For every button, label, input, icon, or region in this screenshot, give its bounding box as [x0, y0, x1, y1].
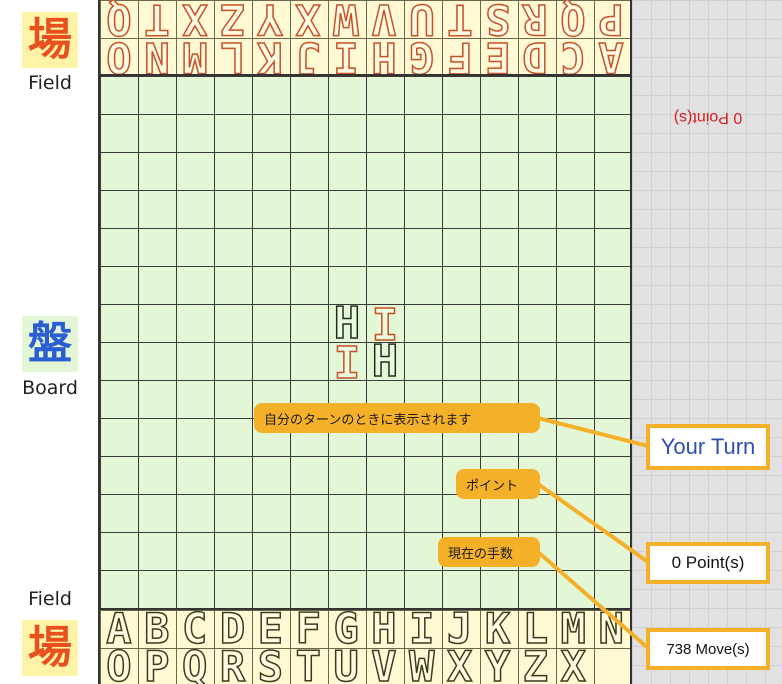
- player-tile[interactable]: Q: [176, 648, 214, 684]
- callout-turn: 自分のターンのときに表示されます: [254, 403, 540, 433]
- player-tile[interactable]: E: [251, 610, 289, 648]
- opponent-field: Q T X Z Y X W V U T S R Q P O N M L K J …: [100, 0, 630, 76]
- opponent-tile[interactable]: A: [592, 38, 630, 74]
- opponent-tile[interactable]: J: [289, 38, 327, 74]
- player-tile[interactable]: S: [251, 648, 289, 684]
- player-tile[interactable]: L: [516, 610, 554, 648]
- field-caption-bottom: Field: [28, 588, 72, 610]
- opponent-tile[interactable]: T: [138, 0, 176, 38]
- game-board-area: Q T X Z Y X W V U T S R Q P O N M L K J …: [98, 0, 632, 684]
- player-tile[interactable]: G: [327, 610, 365, 648]
- player-tile[interactable]: P: [138, 648, 176, 684]
- player-tile[interactable]: F: [289, 610, 327, 648]
- opponent-tile[interactable]: X: [289, 0, 327, 38]
- player-tile[interactable]: D: [214, 610, 252, 648]
- player-tile[interactable]: J: [441, 610, 479, 648]
- player-tile[interactable]: B: [138, 610, 176, 648]
- callout-moves: 現在の手数: [438, 537, 540, 567]
- player-field-row-2: O P Q R S T U V W X Y Z X: [100, 648, 630, 684]
- opponent-points: 0 Point(s): [673, 109, 743, 126]
- player-tile[interactable]: Z: [516, 648, 554, 684]
- opponent-tile[interactable]: R: [516, 0, 554, 38]
- opponent-tile[interactable]: X: [176, 0, 214, 38]
- field-caption-top: Field: [28, 72, 72, 94]
- opponent-tile[interactable]: C: [554, 38, 592, 74]
- callout-points: ポイント: [456, 469, 540, 499]
- opponent-tile[interactable]: S: [479, 0, 517, 38]
- player-tile[interactable]: R: [214, 648, 252, 684]
- player-tile[interactable]: X: [441, 648, 479, 684]
- opponent-tile[interactable]: H: [365, 38, 403, 74]
- board-piece-mine[interactable]: H: [328, 304, 366, 342]
- opponent-tile[interactable]: L: [214, 38, 252, 74]
- opponent-tile[interactable]: D: [516, 38, 554, 74]
- field-kanji-top: 場: [22, 12, 78, 68]
- opponent-tile[interactable]: V: [365, 0, 403, 38]
- opponent-tile[interactable]: E: [479, 38, 517, 74]
- board-piece-opponent[interactable]: I: [366, 304, 404, 342]
- opponent-tile[interactable]: Q: [100, 0, 138, 38]
- player-field: A B C D E F G H I J K L M N O P Q R S T …: [100, 608, 630, 684]
- opponent-tile[interactable]: Z: [214, 0, 252, 38]
- points-display: 0 Point(s): [646, 542, 770, 584]
- opponent-field-row-2: Q T X Z Y X W V U T S R Q P: [100, 0, 630, 38]
- opponent-tile[interactable]: W: [327, 0, 365, 38]
- opponent-tile[interactable]: Y: [251, 0, 289, 38]
- opponent-tile[interactable]: K: [251, 38, 289, 74]
- turn-indicator: Your Turn: [646, 424, 770, 470]
- board-kanji: 盤: [22, 316, 78, 372]
- player-field-row-1: A B C D E F G H I J K L M N: [100, 610, 630, 648]
- board-piece-opponent[interactable]: I: [328, 342, 366, 380]
- player-tile[interactable]: C: [176, 610, 214, 648]
- opponent-tile[interactable]: G: [403, 38, 441, 74]
- opponent-tile[interactable]: P: [592, 0, 630, 38]
- opponent-tile[interactable]: U: [403, 0, 441, 38]
- player-tile[interactable]: T: [289, 648, 327, 684]
- field-kanji-bottom: 場: [22, 620, 78, 676]
- player-tile[interactable]: V: [365, 648, 403, 684]
- player-tile[interactable]: N: [592, 610, 630, 648]
- opponent-tile[interactable]: N: [138, 38, 176, 74]
- board-piece-mine[interactable]: H: [366, 342, 404, 380]
- moves-display: 738 Move(s): [646, 628, 770, 670]
- opponent-tile[interactable]: F: [441, 38, 479, 74]
- player-tile[interactable]: A: [100, 610, 138, 648]
- opponent-tile[interactable]: I: [327, 38, 365, 74]
- opponent-tile[interactable]: O: [100, 38, 138, 74]
- player-tile[interactable]: X: [554, 648, 592, 684]
- opponent-tile[interactable]: M: [176, 38, 214, 74]
- player-tile[interactable]: Y: [479, 648, 517, 684]
- board-caption: Board: [22, 377, 78, 399]
- player-tile[interactable]: I: [403, 610, 441, 648]
- board-grid[interactable]: H I I H: [100, 76, 630, 608]
- opponent-tile[interactable]: T: [441, 0, 479, 38]
- opponent-tile[interactable]: Q: [554, 0, 592, 38]
- player-tile[interactable]: [592, 648, 630, 684]
- player-tile[interactable]: U: [327, 648, 365, 684]
- opponent-field-row-1: O N M L K J I H G F E D C A: [100, 38, 630, 74]
- player-tile[interactable]: O: [100, 648, 138, 684]
- player-tile[interactable]: W: [403, 648, 441, 684]
- player-tile[interactable]: H: [365, 610, 403, 648]
- player-tile[interactable]: K: [479, 610, 517, 648]
- player-tile[interactable]: M: [554, 610, 592, 648]
